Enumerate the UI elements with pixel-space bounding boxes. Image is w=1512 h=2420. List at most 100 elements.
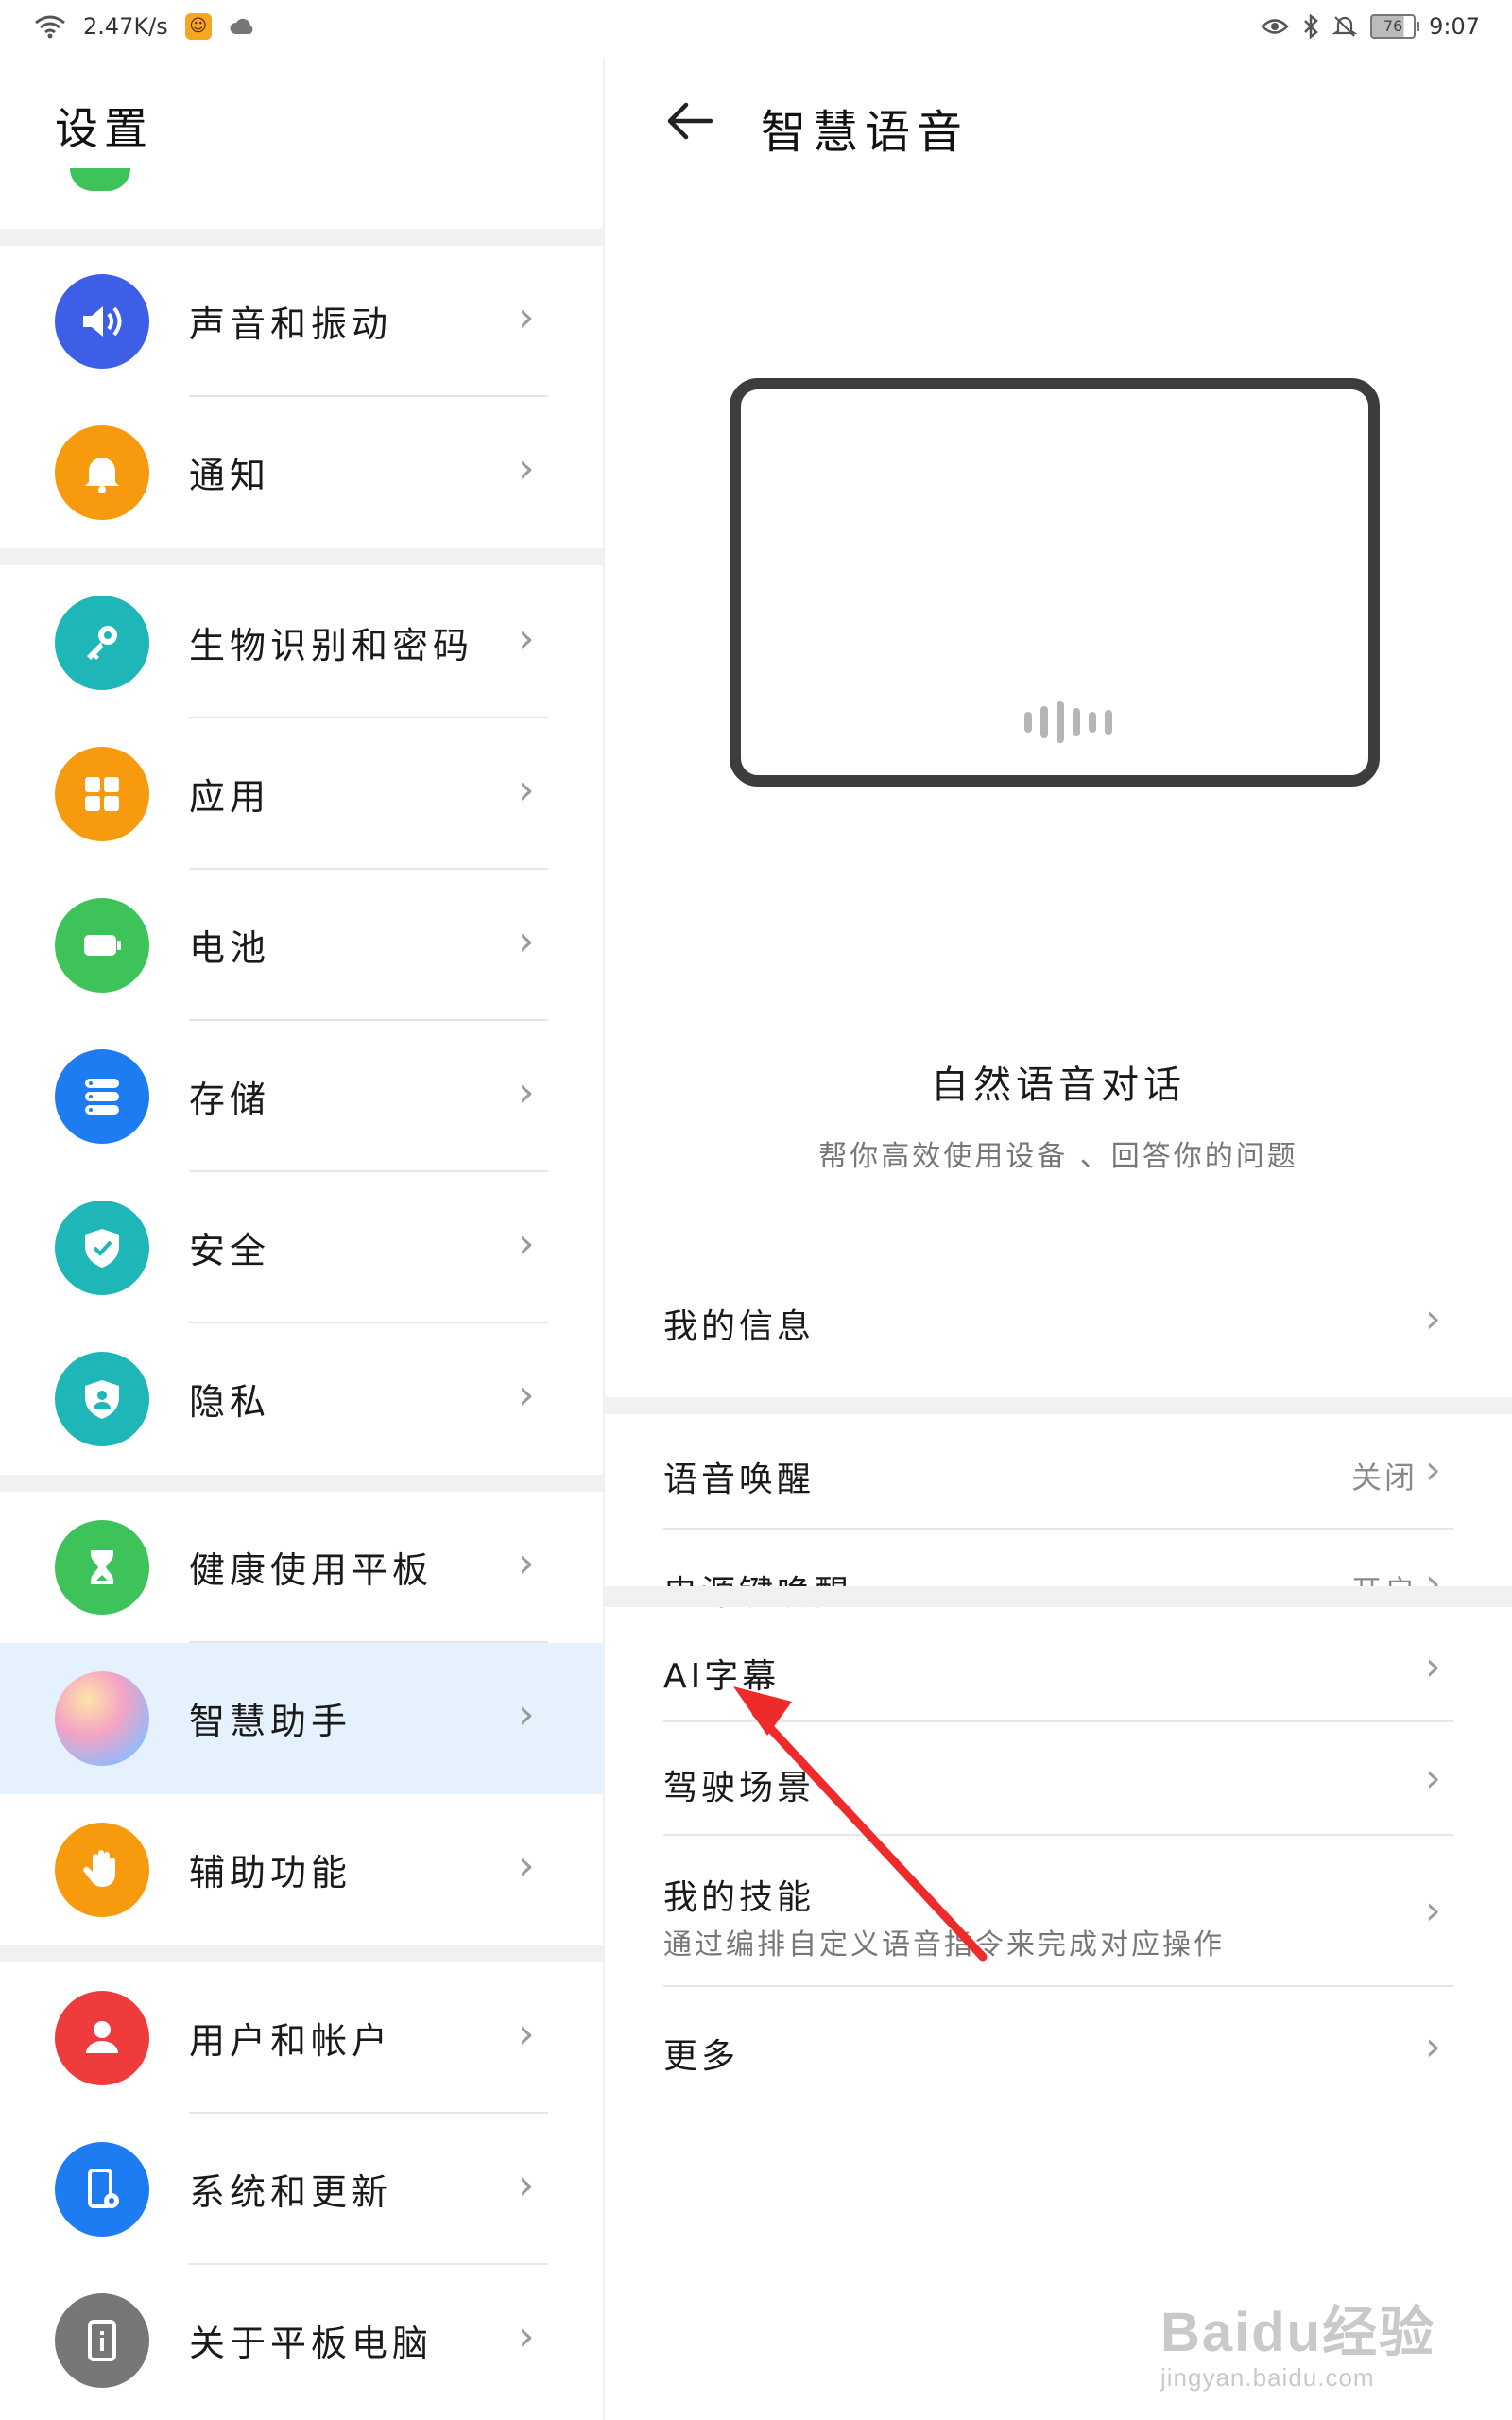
mute-bell-icon (1332, 16, 1358, 37)
hourglass-icon (55, 1520, 149, 1615)
bell-icon (55, 425, 149, 520)
assistant-orb-icon (55, 1671, 149, 1766)
sidebar-item-label: 辅助功能 (189, 1852, 352, 1893)
chevron-right-icon: › (518, 1690, 535, 1738)
chevron-right-icon: › (518, 1841, 535, 1890)
back-arrow-icon[interactable] (662, 93, 718, 149)
chevron-right-icon: › (518, 1371, 535, 1419)
chevron-right-icon: › (518, 2010, 535, 2058)
chevron-right-icon: › (1425, 1754, 1441, 1801)
page-title: 智慧语音 (761, 106, 970, 159)
tablet-info-icon (55, 2293, 149, 2388)
eye-icon (1261, 19, 1289, 34)
sidebar-item-label: 电池 (189, 927, 271, 969)
chevron-right-icon: › (518, 293, 535, 341)
sidebar-item-label: 用户和帐户 (189, 2020, 393, 2062)
chevron-right-icon: › (518, 766, 535, 814)
tablet-illustration (730, 378, 1380, 786)
chevron-right-icon: › (1425, 2023, 1441, 2069)
storage-icon (55, 1049, 149, 1144)
chevron-right-icon: › (518, 444, 535, 493)
sidebar-item-label: 智慧助手 (189, 1701, 352, 1742)
sidebar-item-sound-vibration[interactable]: 声音和振动 › (0, 246, 603, 397)
sidebar-item-about-tablet[interactable]: 关于平板电脑 › (0, 2265, 603, 2416)
sidebar-item-storage[interactable]: 存储 › (0, 1021, 603, 1172)
volume-icon (55, 274, 149, 369)
chevron-right-icon: › (518, 1539, 535, 1587)
more-row[interactable]: 更多 › (605, 1987, 1512, 2110)
chevron-right-icon: › (518, 2312, 535, 2360)
row-label: 我的技能 (663, 1878, 816, 1917)
chevron-right-icon: › (518, 614, 535, 663)
section-divider (0, 229, 603, 246)
chevron-right-icon: › (518, 917, 535, 965)
ai-subtitles-row[interactable]: AI字幕 › (605, 1607, 1512, 1722)
partially-scrolled-icon (70, 168, 130, 191)
phone-gear-icon (55, 2142, 149, 2237)
sidebar-item-label: 关于平板电脑 (189, 2323, 434, 2364)
page-title: 设置 (55, 103, 153, 154)
watermark: Baidu经验 jingyan.baidu.com (1160, 2288, 1435, 2393)
chevron-right-icon: › (1425, 1887, 1441, 1933)
my-info-row[interactable]: 我的信息 › (605, 1236, 1512, 1397)
my-skills-row[interactable]: 我的技能 通过编排自定义语音指令来完成对应操作 › (605, 1836, 1512, 1987)
settings-sidebar: 设置 声音和振动 › 通知 › 生物识别和密码 › 应用 › 电池 › 存储 ›… (0, 57, 603, 2420)
sidebar-item-accessibility[interactable]: 辅助功能 › (0, 1794, 603, 1945)
status-bar: 2.47K/s ☺ 76 9:07 (0, 0, 1512, 57)
sidebar-item-label: 安全 (189, 1230, 271, 1271)
sidebar-item-notifications[interactable]: 通知 › (0, 397, 603, 548)
hero-subtitle: 帮你高效使用设备 、回答你的问题 (818, 1140, 1298, 1173)
row-value: 关闭 (1350, 1460, 1418, 1495)
sidebar-item-smart-assistant[interactable]: 智慧助手 › (0, 1643, 603, 1794)
section-divider (0, 548, 603, 565)
smart-voice-panel: 智慧语音 自然语音对话 帮你高效使用设备 、回答你的问题 我的信息 › 语音唤醒… (605, 57, 1512, 2420)
row-subtitle: 通过编排自定义语音指令来完成对应操作 (663, 1928, 1225, 1962)
user-icon (55, 1991, 149, 2085)
sidebar-item-label: 存储 (189, 1079, 271, 1120)
hand-icon (55, 1823, 149, 1917)
sidebar-item-label: 健康使用平板 (189, 1549, 434, 1591)
section-divider (0, 1475, 603, 1492)
sidebar-item-security[interactable]: 安全 › (0, 1172, 603, 1323)
sidebar-item-privacy[interactable]: 隐私 › (0, 1323, 603, 1475)
battery-icon: 76 (1370, 14, 1420, 39)
watermark-brand: Baidu经验 (1160, 2302, 1436, 2363)
row-label: AI字幕 (663, 1657, 781, 1696)
sidebar-item-label: 系统和更新 (189, 2171, 393, 2213)
section-divider (605, 1586, 1512, 1607)
shield-check-icon (55, 1201, 149, 1295)
voice-wakeup-row[interactable]: 语音唤醒 关闭 › (605, 1414, 1512, 1530)
key-icon (55, 596, 149, 690)
sidebar-item-label: 生物识别和密码 (189, 625, 474, 666)
sidebar-item-users-accounts[interactable]: 用户和帐户 › (0, 1962, 603, 2114)
hero-title: 自然语音对话 (931, 1063, 1186, 1107)
sidebar-item-apps[interactable]: 应用 › (0, 718, 603, 870)
chevron-right-icon: › (1425, 1643, 1441, 1689)
wifi-icon (35, 15, 65, 39)
watermark-url: jingyan.baidu.com (1160, 2363, 1375, 2392)
section-divider (0, 1945, 603, 1962)
chevron-right-icon: › (1425, 1295, 1441, 1341)
chevron-right-icon: › (518, 1068, 535, 1116)
row-label: 驾驶场景 (663, 1769, 816, 1807)
chevron-right-icon: › (518, 1219, 535, 1268)
clock: 9:07 (1429, 13, 1480, 40)
privacy-shield-icon (55, 1352, 149, 1446)
section-divider (605, 1397, 1512, 1414)
sidebar-item-biometrics-password[interactable]: 生物识别和密码 › (0, 567, 603, 718)
sidebar-item-label: 通知 (189, 455, 271, 496)
voice-wave-icon (1024, 701, 1112, 743)
sidebar-item-system-update[interactable]: 系统和更新 › (0, 2114, 603, 2265)
sidebar-item-label: 应用 (189, 776, 271, 818)
chevron-right-icon: › (518, 2161, 535, 2209)
driving-scene-row[interactable]: 驾驶场景 › (605, 1722, 1512, 1836)
app-notification-icon: ☺ (184, 13, 212, 40)
sidebar-item-battery[interactable]: 电池 › (0, 870, 603, 1021)
battery-icon (55, 898, 149, 993)
sidebar-item-label: 隐私 (189, 1381, 271, 1423)
sidebar-item-digital-balance[interactable]: 健康使用平板 › (0, 1492, 603, 1643)
row-label: 我的信息 (663, 1307, 816, 1346)
row-label: 更多 (663, 2037, 740, 2076)
apps-grid-icon (55, 747, 149, 841)
network-speed: 2.47K/s (83, 13, 168, 40)
